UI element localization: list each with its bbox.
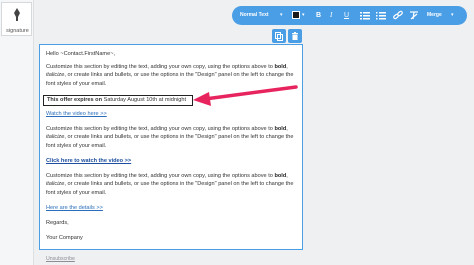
annotation-arrow <box>193 85 298 106</box>
unsubscribe-link[interactable]: Unsubscribe <box>46 256 75 262</box>
